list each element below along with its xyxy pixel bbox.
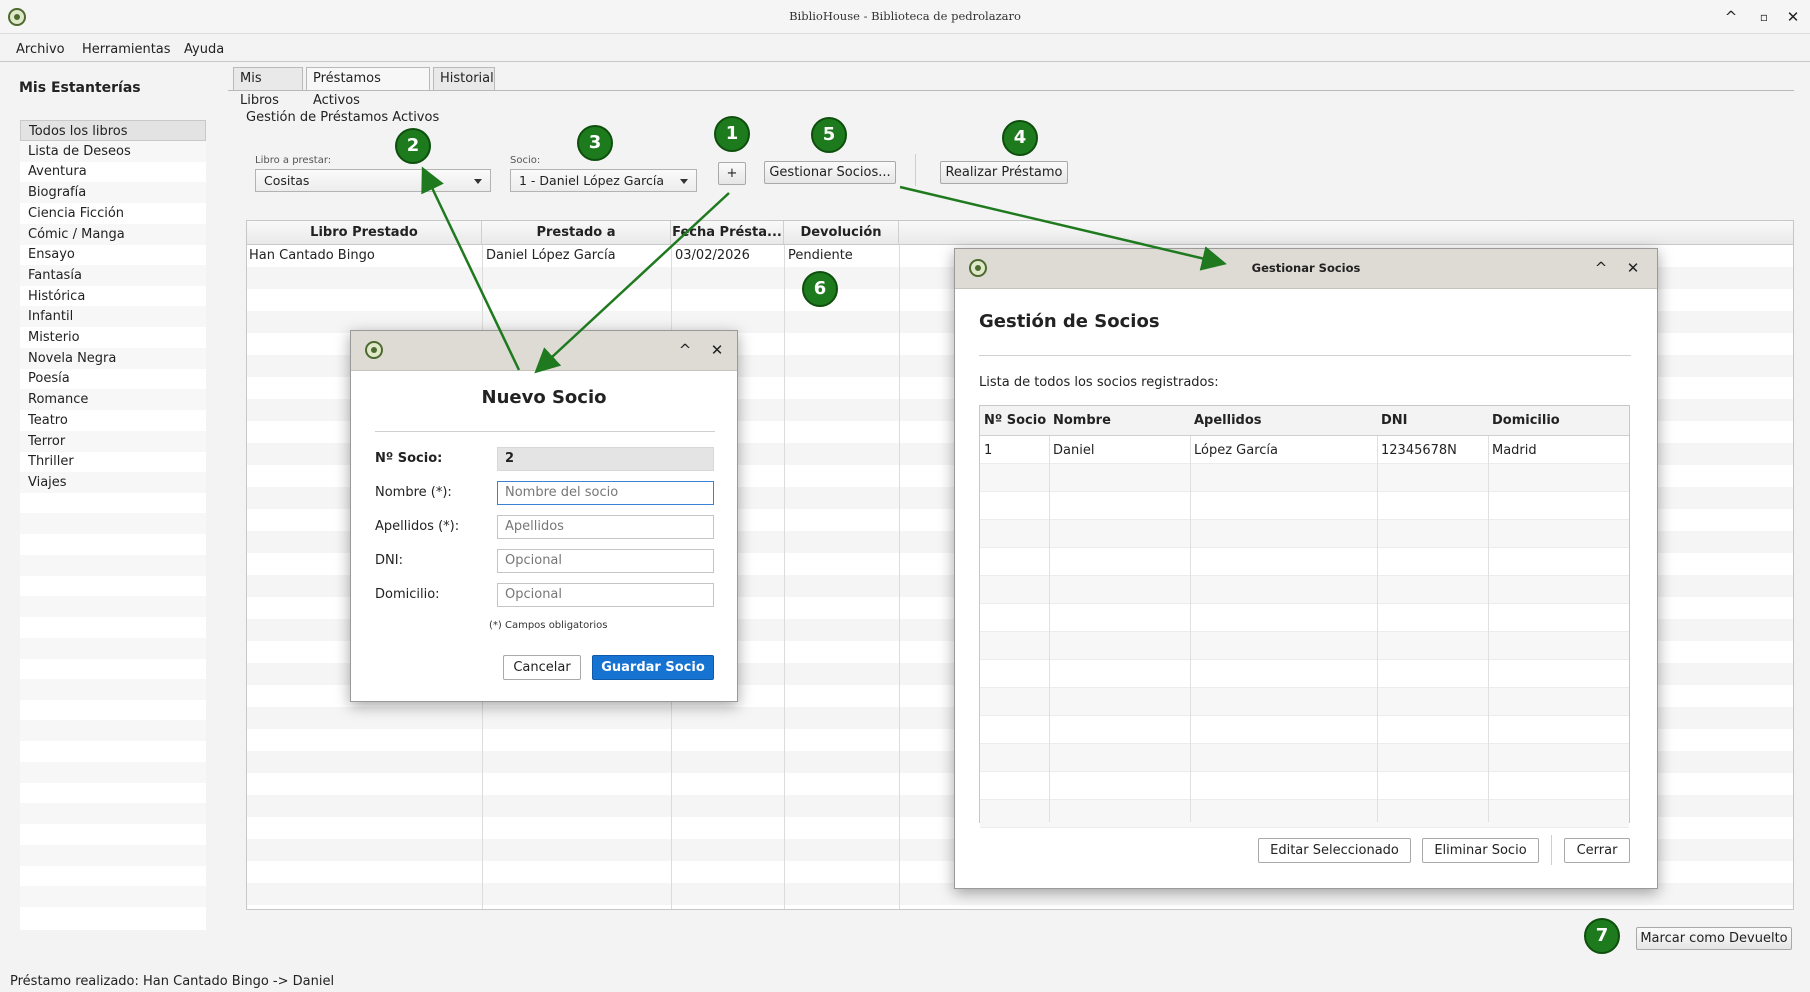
arrow-to-manage-members <box>899 185 1227 271</box>
step-badge-1: 1 <box>714 116 750 152</box>
step-badge-7: 7 <box>1584 918 1620 954</box>
step-badge-4: 4 <box>1002 120 1038 156</box>
step-badge-6: 6 <box>802 271 838 307</box>
step-badge-5: 5 <box>811 117 847 153</box>
step-badge-2: 2 <box>395 128 431 164</box>
annotation-arrows <box>421 166 1227 374</box>
step-badge-3: 3 <box>577 125 613 161</box>
arrow-to-book-combo <box>421 166 521 371</box>
arrow-to-new-member <box>534 192 730 374</box>
